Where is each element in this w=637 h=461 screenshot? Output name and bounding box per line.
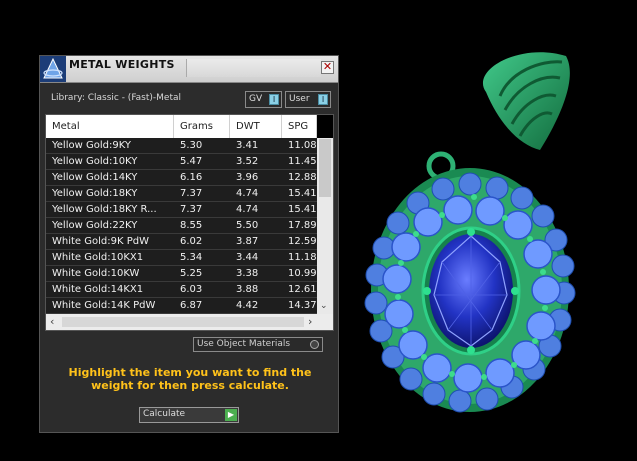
horizontal-scrollbar[interactable]: ‹ › [46, 314, 333, 330]
gv-label: GV [249, 94, 263, 104]
horizontal-scroll-thumb[interactable] [62, 317, 304, 327]
metal-cell: White Gold:14KX1 [52, 284, 144, 295]
scrollbar-corner [317, 115, 333, 138]
spg-cell: 10.99 [288, 268, 317, 279]
dwt-cell: 4.74 [236, 204, 259, 215]
app-logo-icon [40, 56, 66, 82]
grams-cell: 5.34 [180, 252, 203, 263]
chevron-right-icon[interactable]: › [308, 315, 312, 328]
metal-weights-panel: METAL WEIGHTS ✕ Library: Classic - (Fast… [39, 55, 339, 433]
table-header: Metal Grams DWT SPG [46, 115, 317, 138]
table-body: Yellow Gold:9KY 5.30 3.41 11.08 Yellow G… [46, 138, 317, 314]
dwt-cell: 5.50 [236, 220, 259, 231]
metal-cell: Yellow Gold:10KY [52, 156, 138, 167]
metal-cell: Yellow Gold:18KY R... [52, 204, 157, 215]
metal-cell: Yellow Gold:18KY [52, 188, 138, 199]
table-row[interactable]: White Gold:14K PdW 6.87 4.42 14.37 [46, 298, 317, 314]
chevron-down-icon[interactable]: ⌄ [320, 301, 328, 311]
table-row[interactable]: Yellow Gold:9KY 5.30 3.41 11.08 [46, 138, 317, 154]
gv-toggle-button[interactable]: GV I [245, 91, 282, 108]
spg-cell: 12.88 [288, 172, 317, 183]
viewport-render[interactable] [340, 0, 637, 461]
instruction-text: Highlight the item you want to find the … [68, 366, 312, 392]
column-header-metal[interactable]: Metal [46, 115, 174, 138]
spg-cell: 11.08 [288, 140, 317, 151]
table-row[interactable]: White Gold:10KW 5.25 3.38 10.99 [46, 266, 317, 282]
use-object-materials-label: Use Object Materials [197, 339, 291, 349]
table-row[interactable]: Yellow Gold:18KY R... 7.37 4.74 15.41 [46, 202, 317, 218]
dwt-cell: 3.96 [236, 172, 259, 183]
grams-cell: 5.30 [180, 140, 203, 151]
spg-cell: 15.41 [288, 204, 317, 215]
calculate-label: Calculate [143, 409, 186, 419]
metal-cell: Yellow Gold:14KY [52, 172, 138, 183]
grams-cell: 8.55 [180, 220, 203, 231]
metal-cell: White Gold:10KX1 [52, 252, 144, 263]
column-header-dwt[interactable]: DWT [230, 115, 282, 138]
toggle-icon: I [318, 94, 328, 105]
spg-cell: 14.37 [288, 300, 317, 311]
table-row[interactable]: White Gold:10KX1 5.34 3.44 11.18 [46, 250, 317, 266]
calculate-button[interactable]: Calculate ▶ [139, 407, 239, 423]
dwt-cell: 3.44 [236, 252, 259, 263]
radio-icon[interactable] [310, 340, 319, 349]
metal-cell: White Gold:10KW [52, 268, 140, 279]
dwt-cell: 3.52 [236, 156, 259, 167]
dwt-cell: 4.42 [236, 300, 259, 311]
user-toggle-button[interactable]: User I [285, 91, 331, 108]
vertical-scroll-thumb[interactable] [319, 139, 331, 197]
dwt-cell: 3.87 [236, 236, 259, 247]
spg-cell: 15.41 [288, 188, 317, 199]
column-header-grams[interactable]: Grams [174, 115, 230, 138]
grams-cell: 7.37 [180, 188, 203, 199]
title-bar-spacer [186, 59, 321, 77]
metal-cell: Yellow Gold:9KY [52, 140, 131, 151]
table-row[interactable]: White Gold:9K PdW 6.02 3.87 12.59 [46, 234, 317, 250]
grams-cell: 7.37 [180, 204, 203, 215]
table-row[interactable]: Yellow Gold:18KY 7.37 4.74 15.41 [46, 186, 317, 202]
spg-cell: 11.45 [288, 156, 317, 167]
spg-cell: 11.18 [288, 252, 317, 263]
metal-table[interactable]: Metal Grams DWT SPG Yellow Gold:9KY 5.30… [45, 114, 334, 331]
shell-bail-icon [482, 52, 570, 151]
pendant-icon [364, 168, 576, 413]
table-row[interactable]: Yellow Gold:22KY 8.55 5.50 17.89 [46, 218, 317, 234]
spg-cell: 12.59 [288, 236, 317, 247]
metal-cell: White Gold:14K PdW [52, 300, 156, 311]
close-icon[interactable]: ✕ [321, 61, 334, 74]
grams-cell: 5.25 [180, 268, 203, 279]
grams-cell: 6.87 [180, 300, 203, 311]
vertical-scrollbar[interactable]: ⌄ [317, 115, 333, 314]
table-row[interactable]: White Gold:14KX1 6.03 3.88 12.61 [46, 282, 317, 298]
column-header-spg[interactable]: SPG [282, 115, 317, 138]
spg-cell: 17.89 [288, 220, 317, 231]
table-row[interactable]: Yellow Gold:14KY 6.16 3.96 12.88 [46, 170, 317, 186]
metal-cell: Yellow Gold:22KY [52, 220, 138, 231]
chevron-left-icon[interactable]: ‹ [50, 315, 54, 328]
user-label: User [289, 94, 310, 104]
grams-cell: 5.47 [180, 156, 203, 167]
library-label: Library: Classic - (Fast)-Metal [51, 93, 182, 103]
grams-cell: 6.03 [180, 284, 203, 295]
spg-cell: 12.61 [288, 284, 317, 295]
use-object-materials-option[interactable]: Use Object Materials [193, 337, 323, 352]
dwt-cell: 3.38 [236, 268, 259, 279]
dwt-cell: 3.41 [236, 140, 259, 151]
table-row[interactable]: Yellow Gold:10KY 5.47 3.52 11.45 [46, 154, 317, 170]
grams-cell: 6.16 [180, 172, 203, 183]
play-icon: ▶ [225, 409, 237, 421]
title-bar[interactable]: METAL WEIGHTS ✕ [40, 56, 338, 83]
panel-title: METAL WEIGHTS [69, 58, 175, 71]
toggle-icon: I [269, 94, 279, 105]
dwt-cell: 4.74 [236, 188, 259, 199]
grams-cell: 6.02 [180, 236, 203, 247]
dwt-cell: 3.88 [236, 284, 259, 295]
metal-cell: White Gold:9K PdW [52, 236, 149, 247]
